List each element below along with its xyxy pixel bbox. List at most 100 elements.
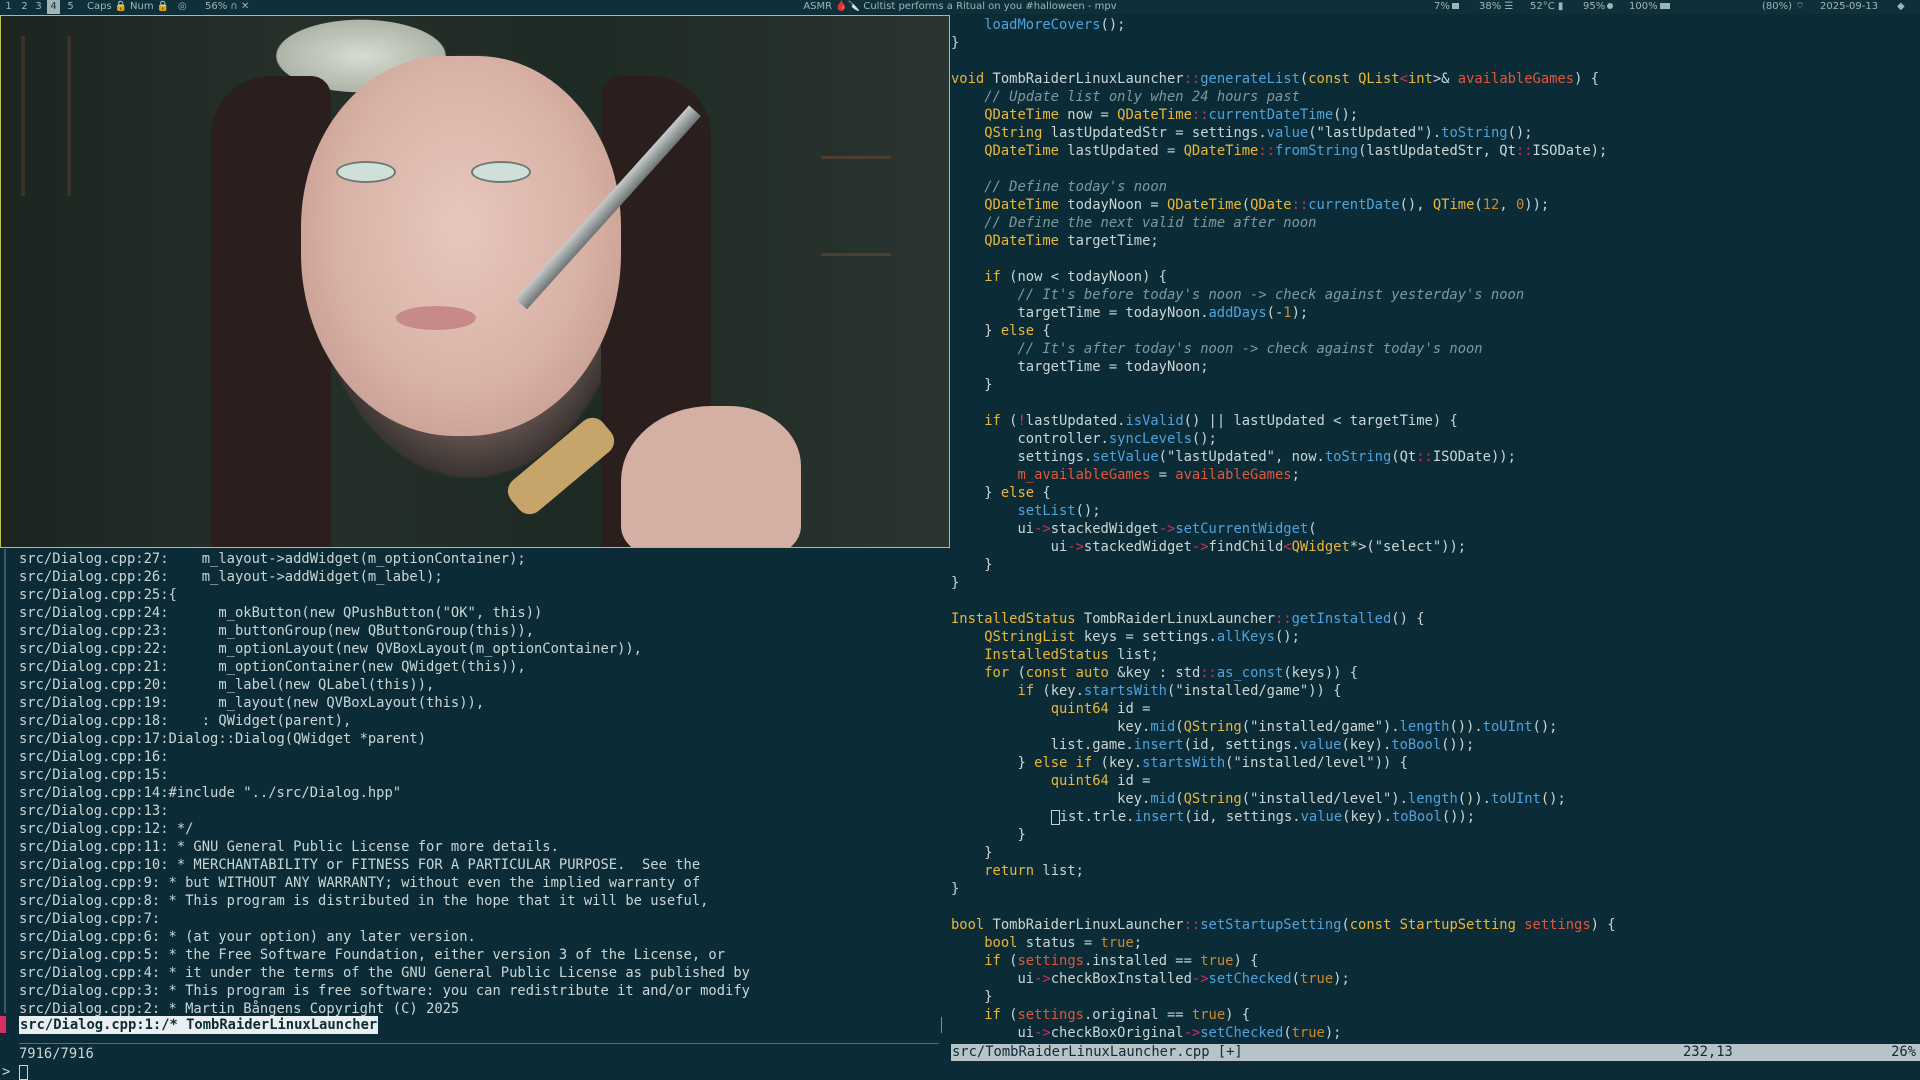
code-line[interactable]: if (settings.installed == true) { (951, 952, 1258, 970)
code-line[interactable]: InstalledStatus list; (951, 646, 1158, 664)
result-line[interactable]: src/Dialog.cpp:15: (19, 766, 169, 784)
result-line[interactable]: src/Dialog.cpp:14:#include "../src/Dialo… (19, 784, 401, 802)
top-status-bar: 1 2 3 4 5 Caps 🔒 Num 🔒 ◎ 56% ∩ ✕ ASMR 🩸🔪… (0, 0, 1920, 14)
match-count: 7916/7916 (19, 1046, 94, 1062)
code-line[interactable]: } (951, 844, 992, 862)
code-line[interactable]: QDateTime now = QDateTime::currentDateTi… (951, 106, 1358, 124)
code-line[interactable]: void TombRaiderLinuxLauncher::generateLi… (951, 70, 1599, 88)
code-line[interactable]: ui->checkBoxOriginal->setChecked(true); (951, 1024, 1341, 1042)
result-line[interactable]: src/Dialog.cpp:3: * This program is free… (19, 982, 750, 1000)
code-line[interactable]: ui->stackedWidget->setCurrentWidget( (951, 520, 1316, 538)
result-line[interactable]: src/Dialog.cpp:24: m_okButton(new QPushB… (19, 604, 542, 622)
code-line[interactable]: ui->stackedWidget->findChild<QWidget*>("… (951, 538, 1466, 556)
eye-left (336, 161, 396, 183)
code-line[interactable]: } (951, 34, 959, 52)
code-line[interactable]: } (951, 880, 959, 898)
thermometer-icon: ▮ (1557, 1, 1564, 12)
eye-right (471, 161, 531, 183)
candelabra-right (821, 156, 891, 256)
code-line[interactable]: if (key.startsWith("installed/game")) { (951, 682, 1341, 700)
terminal-pane[interactable]: src/Dialog.cpp:27: m_layout->addWidget(m… (0, 549, 950, 1080)
code-line[interactable]: settings.setValue("lastUpdated", now.toS… (951, 448, 1515, 466)
candelabra-left (21, 36, 71, 196)
code-line[interactable]: } else { (951, 484, 1050, 502)
system-menu-icon[interactable]: ◆ (1897, 0, 1905, 14)
result-line[interactable]: src/Dialog.cpp:16: (19, 748, 169, 766)
disk-label: 95% (1583, 1, 1606, 12)
code-line[interactable]: QDateTime todayNoon = QDateTime(QDate::c… (951, 196, 1549, 214)
result-line[interactable]: src/Dialog.cpp:12: */ (19, 820, 193, 838)
code-line[interactable]: bool status = true; (951, 934, 1142, 952)
wifi-label: (80%) (1762, 1, 1793, 12)
result-line[interactable]: src/Dialog.cpp:19: m_layout(new QVBoxLay… (19, 694, 484, 712)
code-line[interactable]: } (951, 556, 992, 574)
code-line[interactable]: ui->checkBoxInstalled->setChecked(true); (951, 970, 1349, 988)
result-line[interactable]: src/Dialog.cpp:22: m_optionLayout(new QV… (19, 640, 642, 658)
code-line[interactable]: list.game.insert(id, settings.value(key)… (951, 736, 1475, 754)
code-line[interactable]: } (951, 574, 959, 592)
memory-label: 38% (1479, 1, 1502, 12)
code-line[interactable]: targetTime = todayNoon; (951, 358, 1208, 376)
result-line[interactable]: src/Dialog.cpp:8: * This program is dist… (19, 892, 708, 910)
temperature-indicator: 52°C ▮ (1530, 0, 1563, 14)
result-line[interactable]: src/Dialog.cpp:6: * (at your option) any… (19, 928, 476, 946)
code-line[interactable]: QDateTime lastUpdated = QDateTime::fromS… (951, 142, 1607, 160)
search-input[interactable] (19, 1065, 28, 1080)
code-line[interactable]: key.mid(QString("installed/game").length… (951, 718, 1557, 736)
result-line[interactable]: src/Dialog.cpp:11: * GNU General Public … (19, 838, 559, 856)
code-line[interactable]: quint64 id = (951, 772, 1151, 790)
code-line[interactable]: if (!lastUpdated.isValid() || lastUpdate… (951, 412, 1458, 430)
result-line[interactable]: src/Dialog.cpp:13: (19, 802, 169, 820)
code-line[interactable]: } (951, 826, 1025, 844)
code-line[interactable]: ist.trle.insert(id, settings.value(key).… (951, 808, 1475, 826)
result-line[interactable]: src/Dialog.cpp:4: * it under the terms o… (19, 964, 750, 982)
result-line[interactable]: src/Dialog.cpp:17:Dialog::Dialog(QWidget… (19, 730, 426, 748)
result-line[interactable]: src/Dialog.cpp:18: : QWidget(parent), (19, 712, 351, 730)
text-cursor (1050, 809, 1060, 825)
battery-icon (1659, 3, 1670, 9)
scroll-marker (4, 549, 6, 1013)
code-line[interactable]: } (951, 376, 992, 394)
battery-indicator: 100% (1629, 0, 1670, 14)
code-line[interactable]: m_availableGames = availableGames; (951, 466, 1299, 484)
scrollbar[interactable] (941, 1017, 942, 1033)
code-line[interactable]: // Define today's noon (951, 178, 1167, 196)
result-line[interactable]: src/Dialog.cpp:9: * but WITHOUT ANY WARR… (19, 874, 700, 892)
code-line[interactable]: if (settings.original == true) { (951, 1006, 1250, 1024)
code-line[interactable]: setList(); (951, 502, 1100, 520)
result-line[interactable]: src/Dialog.cpp:26: m_layout->addWidget(m… (19, 568, 443, 586)
code-line[interactable]: if (now < todayNoon) { (951, 268, 1167, 286)
selected-result[interactable]: src/Dialog.cpp:1:/* TombRaiderLinuxLaunc… (19, 1016, 379, 1034)
code-line[interactable]: // Update list only when 24 hours past (951, 88, 1300, 106)
result-line[interactable]: src/Dialog.cpp:23: m_buttonGroup(new QBu… (19, 622, 534, 640)
result-line[interactable]: src/Dialog.cpp:10: * MERCHANTABILITY or … (19, 856, 700, 874)
code-line[interactable]: } else { (951, 322, 1050, 340)
code-line[interactable]: // It's after today's noon -> check agai… (951, 340, 1482, 358)
video-player[interactable] (0, 15, 950, 548)
wifi-indicator: (80%) ⌔ (1762, 0, 1805, 14)
code-line[interactable]: bool TombRaiderLinuxLauncher::setStartup… (951, 916, 1616, 934)
code-line[interactable]: InstalledStatus TombRaiderLinuxLauncher:… (951, 610, 1425, 628)
code-line[interactable]: QString lastUpdatedStr = settings.value(… (951, 124, 1532, 142)
code-line[interactable]: } else if (key.startsWith("installed/lev… (951, 754, 1408, 772)
code-line[interactable]: // Define the next valid time after noon (951, 214, 1316, 232)
code-line[interactable]: // It's before today's noon -> check aga… (951, 286, 1524, 304)
code-line[interactable]: targetTime = todayNoon.addDays(-1); (951, 304, 1308, 322)
code-line[interactable]: key.mid(QString("installed/level").lengt… (951, 790, 1566, 808)
cpu-icon (1451, 3, 1459, 9)
code-line[interactable]: loadMoreCovers(); (951, 16, 1125, 34)
result-line[interactable]: src/Dialog.cpp:27: m_layout->addWidget(m… (19, 550, 526, 568)
result-line[interactable]: src/Dialog.cpp:25:{ (19, 586, 177, 604)
code-line[interactable]: QDateTime targetTime; (951, 232, 1158, 250)
code-line[interactable]: for (const auto &key : std::as_const(key… (951, 664, 1358, 682)
result-line[interactable]: src/Dialog.cpp:21: m_optionContainer(new… (19, 658, 526, 676)
code-line[interactable]: quint64 id = (951, 700, 1151, 718)
result-line[interactable]: src/Dialog.cpp:7: (19, 910, 160, 928)
code-editor[interactable]: loadMoreCovers();} void TombRaiderLinuxLa… (951, 15, 1920, 1080)
code-line[interactable]: return list; (951, 862, 1084, 880)
code-line[interactable]: controller.syncLevels(); (951, 430, 1216, 448)
result-line[interactable]: src/Dialog.cpp:5: * the Free Software Fo… (19, 946, 725, 964)
result-line[interactable]: src/Dialog.cpp:20: m_label(new QLabel(th… (19, 676, 434, 694)
code-line[interactable]: } (951, 988, 992, 1006)
code-line[interactable]: QStringList keys = settings.allKeys(); (951, 628, 1300, 646)
